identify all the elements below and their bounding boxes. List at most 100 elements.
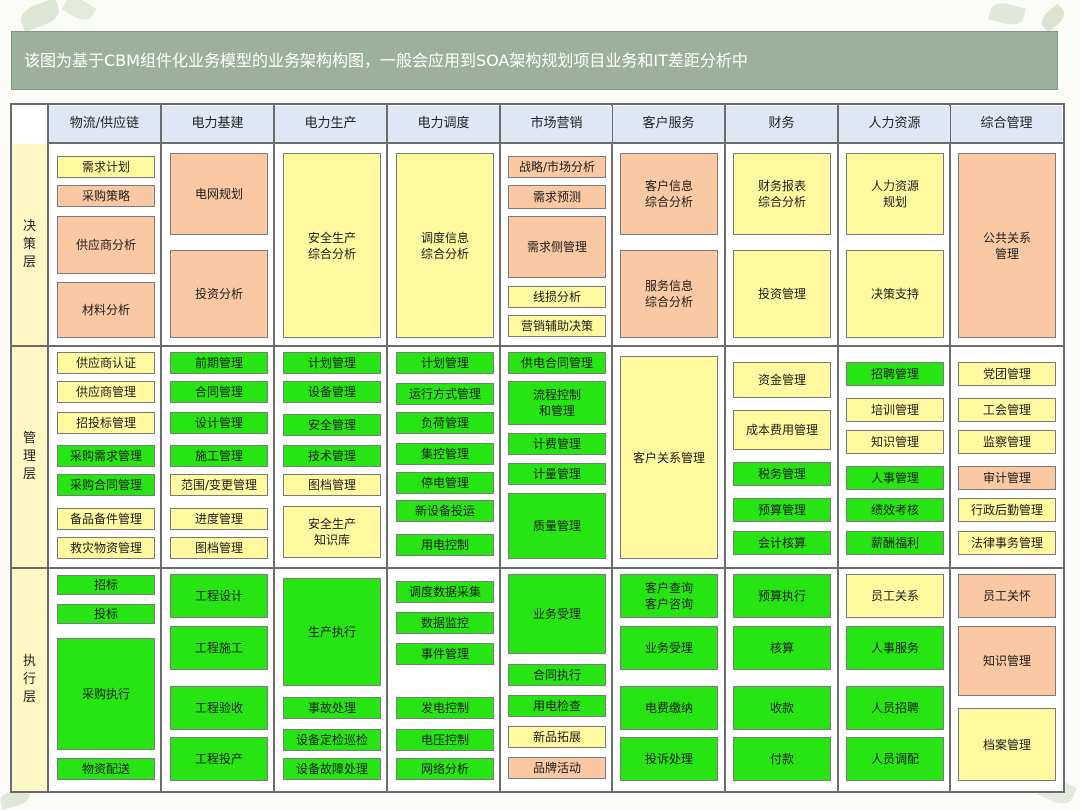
component-box: 会计核算 <box>733 531 831 555</box>
row-divider <box>47 142 1063 144</box>
component-box: 电费缴纳 <box>620 686 718 730</box>
component-box: 供应商认证 <box>57 352 155 374</box>
component-box: 安全生产 综合分析 <box>283 153 381 338</box>
component-box: 备品备件管理 <box>57 508 155 530</box>
column-divider <box>47 103 49 791</box>
component-box: 人员招聘 <box>846 686 944 730</box>
column-divider <box>611 103 613 791</box>
component-box: 行政后勤管理 <box>958 498 1056 522</box>
component-box: 事故处理 <box>283 697 381 719</box>
component-box: 用电检查 <box>508 695 606 717</box>
component-box: 图档管理 <box>170 537 268 559</box>
component-box: 绩效考核 <box>846 498 944 522</box>
column-header: 物流/供应链 <box>49 106 160 142</box>
component-box: 党团管理 <box>958 362 1056 386</box>
component-box: 成本费用管理 <box>733 410 831 450</box>
component-box: 工程设计 <box>170 574 268 618</box>
component-box: 电网规划 <box>170 153 268 235</box>
column-header: 电力基建 <box>162 106 273 142</box>
component-box: 需求侧管理 <box>508 216 606 278</box>
column-header: 综合管理 <box>951 106 1062 142</box>
component-box: 战略/市场分析 <box>508 156 606 178</box>
component-box: 施工管理 <box>170 445 268 467</box>
component-box: 计划管理 <box>283 352 381 374</box>
column-divider <box>724 103 726 791</box>
component-box: 材料分析 <box>57 282 155 338</box>
component-box: 供应商管理 <box>57 381 155 403</box>
component-box: 培训管理 <box>846 398 944 422</box>
component-box: 人力资源 规划 <box>846 153 944 235</box>
component-box: 客户信息 综合分析 <box>620 153 718 235</box>
component-box: 招聘管理 <box>846 362 944 386</box>
component-box: 采购执行 <box>57 638 155 750</box>
component-box: 工程投产 <box>170 737 268 781</box>
component-box: 业务受理 <box>620 626 718 670</box>
component-box: 采购需求管理 <box>57 445 155 467</box>
component-box: 生产执行 <box>283 578 381 686</box>
component-box: 招标 <box>57 575 155 595</box>
component-box: 范围/变更管理 <box>170 474 268 496</box>
component-box: 工会管理 <box>958 398 1056 422</box>
column-divider <box>273 103 275 791</box>
component-box: 停电管理 <box>396 472 494 494</box>
component-box: 合同执行 <box>508 664 606 686</box>
component-box: 进度管理 <box>170 508 268 530</box>
column-divider <box>499 103 501 791</box>
component-box: 新设备投运 <box>396 500 494 522</box>
component-box: 投资分析 <box>170 250 268 338</box>
component-box: 知识管理 <box>958 626 1056 696</box>
component-box: 品牌活动 <box>508 757 606 779</box>
component-box: 客户查询 客户咨询 <box>620 574 718 618</box>
component-box: 计量管理 <box>508 463 606 485</box>
component-box: 线损分析 <box>508 286 606 308</box>
column-divider <box>949 103 951 791</box>
component-box: 工程施工 <box>170 626 268 670</box>
component-box: 知识管理 <box>846 430 944 454</box>
component-box: 负荷管理 <box>396 412 494 434</box>
component-box: 监察管理 <box>958 430 1056 454</box>
component-box: 税务管理 <box>733 462 831 486</box>
column-header: 客户服务 <box>613 106 724 142</box>
component-box: 设备管理 <box>283 381 381 403</box>
component-box: 前期管理 <box>170 352 268 374</box>
column-header: 人力资源 <box>839 106 950 142</box>
component-box: 事件管理 <box>396 643 494 665</box>
component-box: 业务受理 <box>508 574 606 654</box>
component-box: 付款 <box>733 737 831 781</box>
component-box: 招投标管理 <box>57 412 155 434</box>
component-box: 计划管理 <box>396 352 494 374</box>
component-box: 质量管理 <box>508 493 606 559</box>
row-divider <box>12 345 1063 347</box>
component-box: 薪酬福利 <box>846 531 944 555</box>
column-divider <box>160 103 162 791</box>
component-box: 电压控制 <box>396 729 494 751</box>
component-box: 资金管理 <box>733 362 831 398</box>
component-box: 设计管理 <box>170 412 268 434</box>
component-box: 发电控制 <box>396 697 494 719</box>
component-box: 服务信息 综合分析 <box>620 250 718 338</box>
component-box: 网络分析 <box>396 758 494 780</box>
component-box: 调度数据采集 <box>396 581 494 603</box>
row-divider <box>12 567 1063 569</box>
component-box: 计费管理 <box>508 433 606 455</box>
component-box: 客户关系管理 <box>620 356 718 559</box>
component-box: 审计管理 <box>958 466 1056 490</box>
component-box: 收款 <box>733 686 831 730</box>
component-box: 技术管理 <box>283 445 381 467</box>
component-box: 核算 <box>733 626 831 670</box>
component-box: 财务报表 综合分析 <box>733 153 831 235</box>
component-box: 工程验收 <box>170 686 268 730</box>
component-box: 供电合同管理 <box>508 352 606 374</box>
component-box: 设备故障处理 <box>283 758 381 780</box>
layer-label: 决 策 层 <box>12 144 47 345</box>
component-box: 投标 <box>57 604 155 624</box>
component-box: 设备定检巡检 <box>283 729 381 751</box>
component-box: 人员调配 <box>846 737 944 781</box>
component-box: 法律事务管理 <box>958 531 1056 555</box>
component-box: 用电控制 <box>396 534 494 556</box>
component-box: 采购策略 <box>57 185 155 207</box>
component-box: 营销辅助决策 <box>508 315 606 337</box>
component-box: 需求计划 <box>57 156 155 178</box>
component-box: 集控管理 <box>396 443 494 465</box>
column-header: 财务 <box>726 106 837 142</box>
